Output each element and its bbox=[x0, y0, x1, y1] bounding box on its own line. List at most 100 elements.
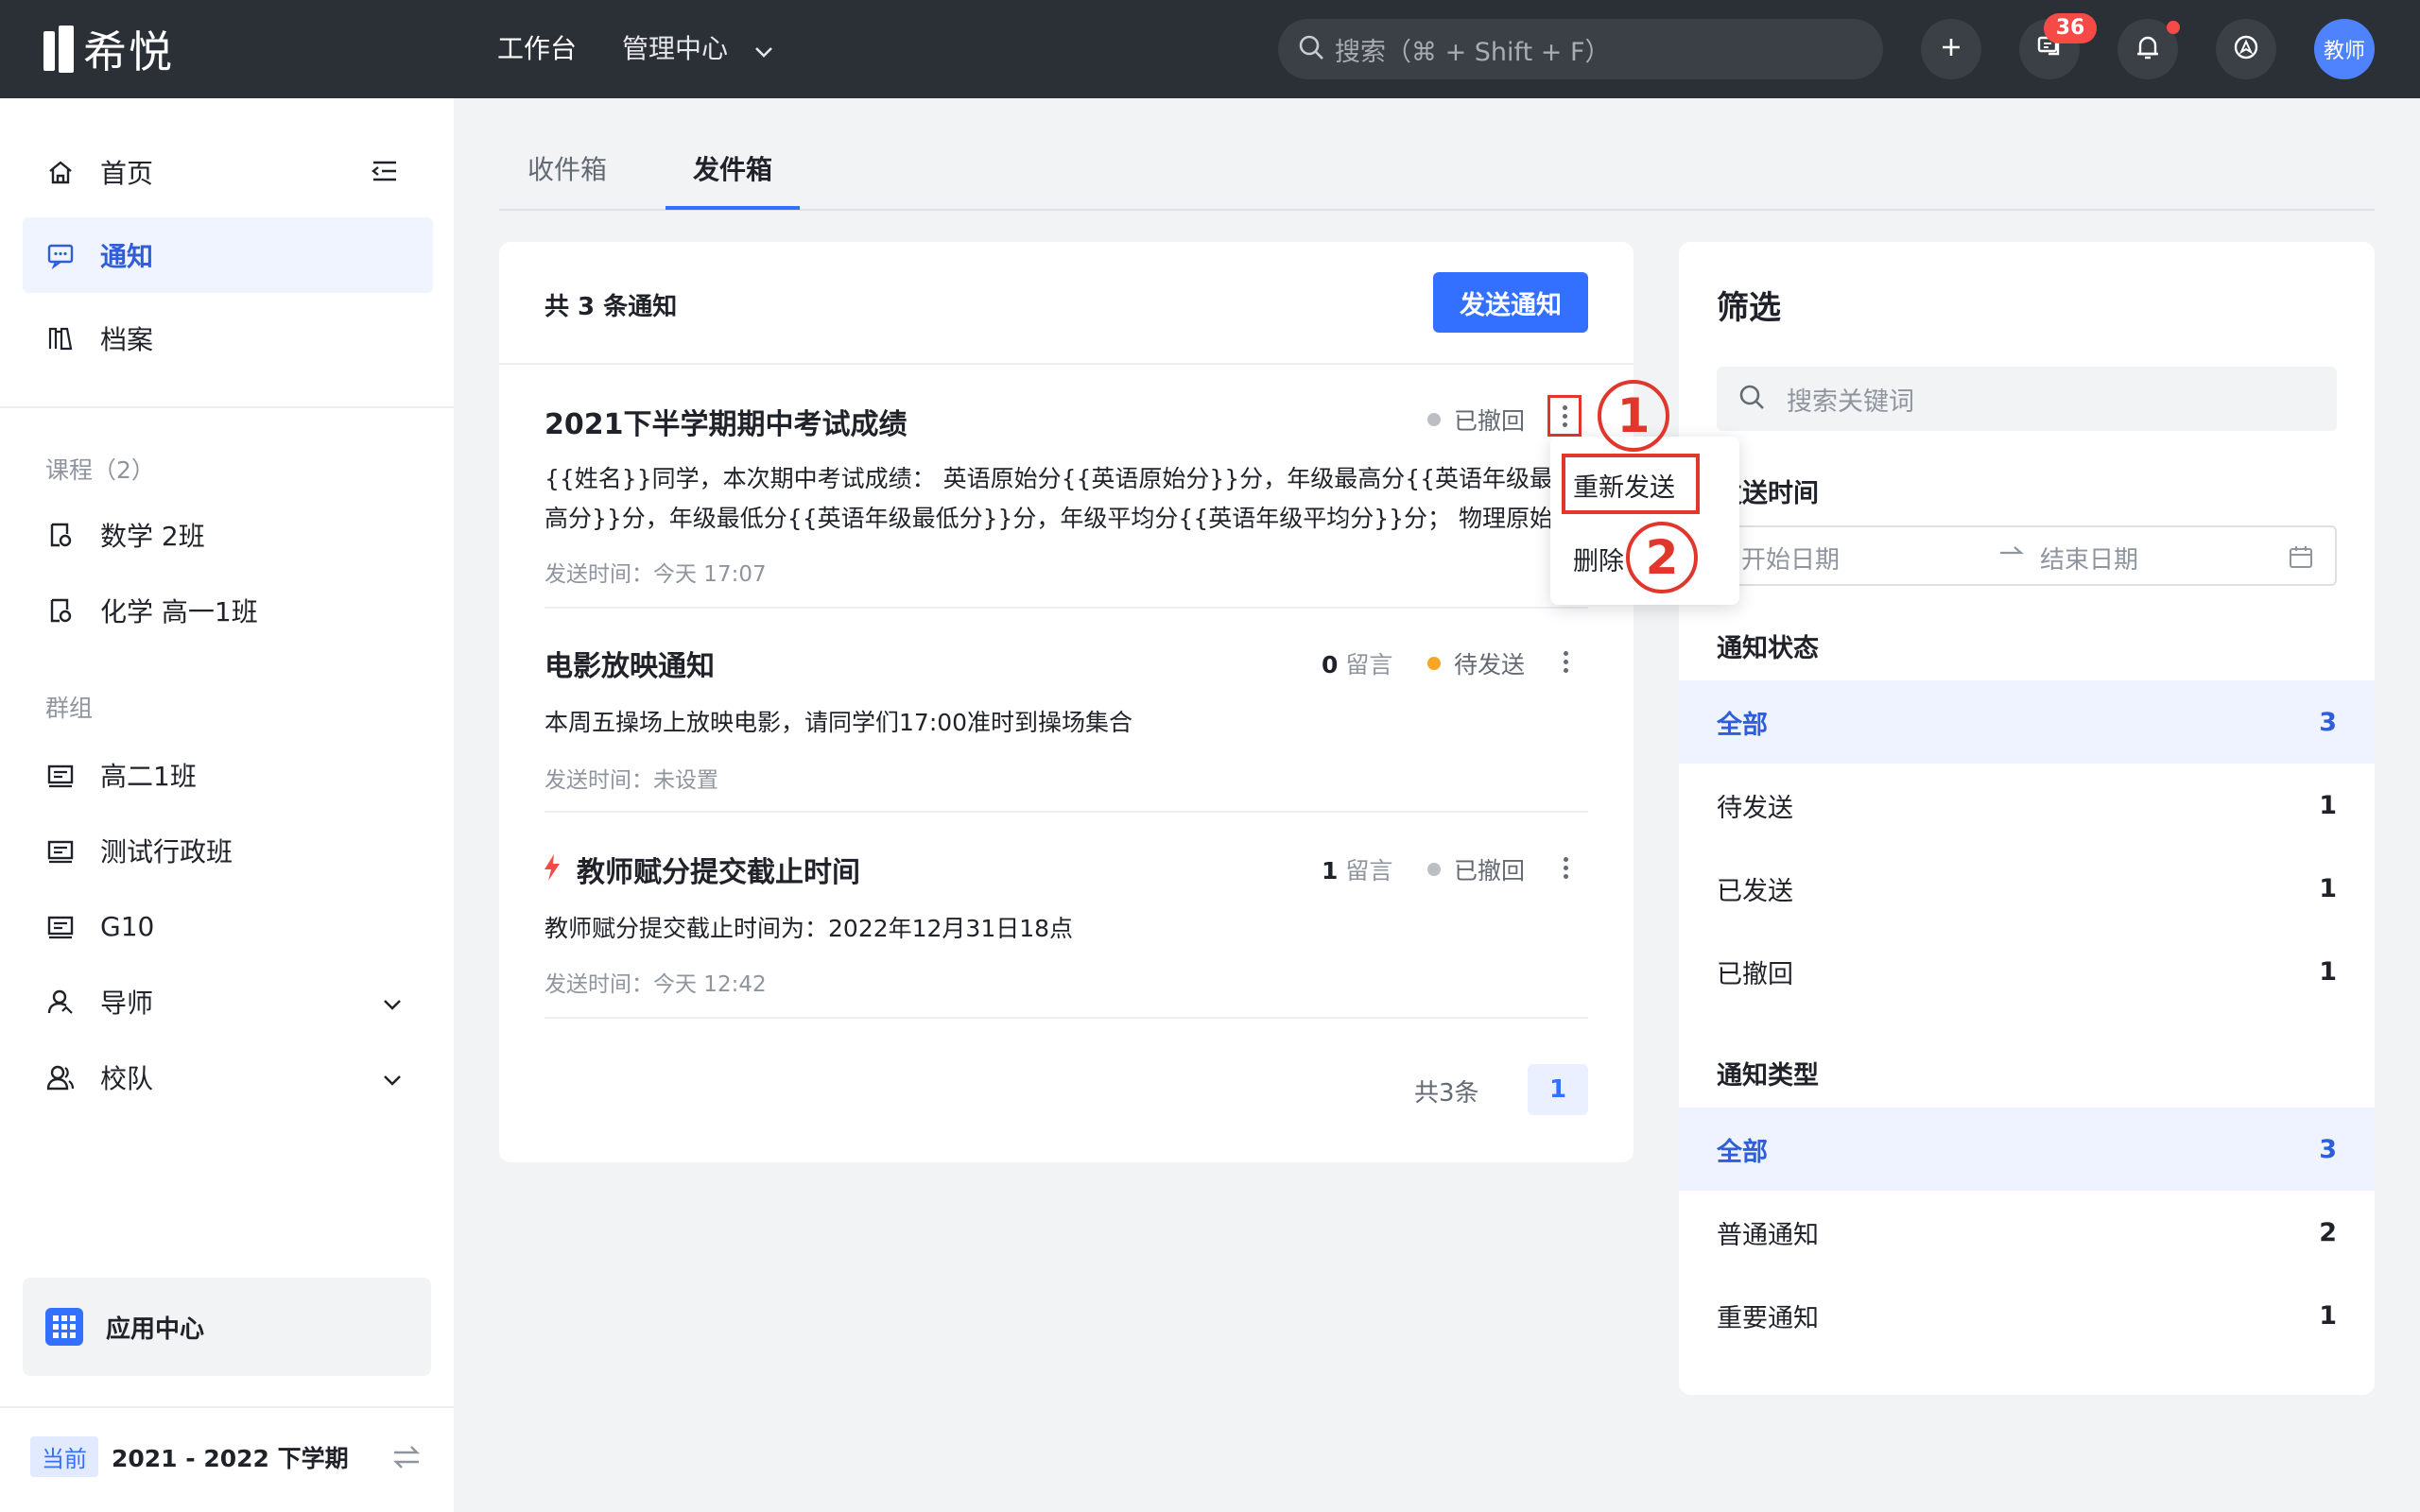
nav-management-label: 管理中心 bbox=[622, 33, 729, 64]
row-divider bbox=[544, 811, 1588, 813]
chevron-down-icon bbox=[753, 29, 774, 71]
bell-icon bbox=[2135, 33, 2161, 65]
add-button[interactable] bbox=[1921, 19, 1981, 79]
plus-icon bbox=[1940, 36, 1962, 62]
date-range-picker[interactable]: 开始日期 结束日期 bbox=[1717, 525, 2337, 586]
nav-management[interactable]: 管理中心 bbox=[622, 28, 774, 70]
status-badge: 已撤回 bbox=[1427, 852, 1525, 886]
switch-term-icon[interactable] bbox=[391, 1444, 422, 1474]
sidebar-item-notice[interactable]: 通知 bbox=[23, 217, 433, 293]
menu-item-delete[interactable]: 删除 bbox=[1573, 541, 1624, 577]
annotation-step-2: 2 bbox=[1626, 522, 1698, 593]
more-actions-button[interactable] bbox=[1548, 641, 1582, 682]
option-count: 2 bbox=[2319, 1217, 2337, 1247]
option-count: 3 bbox=[2319, 707, 2337, 737]
archive-icon bbox=[45, 323, 76, 353]
group-icon bbox=[45, 911, 76, 941]
send-notice-button[interactable]: 发送通知 bbox=[1433, 272, 1588, 333]
notification-dot bbox=[2167, 21, 2180, 34]
course-icon bbox=[45, 595, 76, 626]
status-dot bbox=[1427, 657, 1441, 670]
sidebar-item-group-1[interactable]: 高二1班 bbox=[23, 737, 433, 813]
team-icon bbox=[45, 1062, 76, 1092]
option-label: 已发送 bbox=[1717, 876, 1793, 906]
compass-icon bbox=[2232, 33, 2260, 65]
comment-count: 1 留言 bbox=[1322, 852, 1392, 886]
logo-mark-icon bbox=[43, 26, 76, 73]
sidebar-item-label: G10 bbox=[100, 910, 155, 942]
search-icon bbox=[1737, 383, 1766, 415]
global-search-input[interactable]: 搜索（⌘ + Shift + F） bbox=[1278, 19, 1883, 79]
chevron-down-icon bbox=[382, 1062, 403, 1093]
sidebar-item-group-3[interactable]: G10 bbox=[23, 888, 433, 964]
notice-body: 本周五操场上放映电影，请同学们17:00准时到操场集合 bbox=[544, 709, 1133, 736]
active-tab-indicator bbox=[666, 206, 800, 210]
groups-heading: 群组 bbox=[45, 695, 94, 722]
end-date-field[interactable]: 结束日期 bbox=[2040, 541, 2138, 576]
comment-number: 1 bbox=[1322, 857, 1339, 885]
keyword-search-input[interactable]: 搜索关键词 bbox=[1717, 367, 2337, 431]
status-option-all[interactable]: 全部 3 bbox=[1679, 680, 2375, 764]
option-label: 普通通知 bbox=[1717, 1220, 1819, 1250]
option-count: 1 bbox=[2319, 790, 2337, 820]
calendar-icon bbox=[2288, 544, 2314, 575]
more-actions-button[interactable] bbox=[1548, 847, 1582, 888]
option-label: 重要通知 bbox=[1717, 1303, 1819, 1333]
more-actions-button[interactable] bbox=[1547, 395, 1582, 437]
avatar[interactable]: 教师 bbox=[2314, 19, 2375, 79]
status-option-withdrawn[interactable]: 已撤回 1 bbox=[1679, 930, 2375, 1013]
start-date-field[interactable]: 开始日期 bbox=[1741, 541, 1840, 576]
status-option-sent[interactable]: 已发送 1 bbox=[1679, 847, 2375, 930]
course-icon bbox=[45, 520, 76, 550]
sidebar-item-label: 校队 bbox=[100, 1063, 154, 1094]
option-count: 1 bbox=[2319, 873, 2337, 903]
notice-title[interactable]: 电影放映通知 bbox=[544, 643, 715, 684]
sidebar-divider bbox=[0, 406, 454, 408]
collapse-sidebar-icon[interactable] bbox=[371, 159, 399, 187]
arrow-right-icon bbox=[1998, 539, 2025, 567]
sidebar-item-archive[interactable]: 档案 bbox=[23, 301, 433, 376]
option-label: 全部 bbox=[1717, 1137, 1768, 1167]
sidebar-item-course-math[interactable]: 数学 2班 bbox=[23, 497, 433, 573]
notice-title[interactable]: 2021下半学期期中考试成绩 bbox=[544, 401, 908, 442]
nav-workbench[interactable]: 工作台 bbox=[497, 28, 577, 70]
row-divider bbox=[544, 607, 1588, 609]
notice-title[interactable]: 教师赋分提交截止时间 bbox=[577, 849, 860, 890]
courses-heading: 课程（2） bbox=[45, 456, 155, 484]
sidebar-item-team[interactable]: 校队 bbox=[23, 1040, 433, 1115]
type-option-normal[interactable]: 普通通知 2 bbox=[1679, 1191, 2375, 1274]
keyword-search-placeholder: 搜索关键词 bbox=[1787, 387, 1914, 417]
status-label: 已撤回 bbox=[1454, 857, 1526, 885]
notice-body: {{姓名}}同学，本次期中考试成绩： 英语原始分{{英语原始分}}分，年级最高分… bbox=[544, 465, 1554, 532]
sidebar: 首页 通知 档案 课程（2） 数学 2班 化学 高一1班 群组 高二1班 测试行… bbox=[0, 98, 454, 1512]
app-logo[interactable]: 希悦 bbox=[43, 25, 174, 77]
sidebar-item-mentor[interactable]: 导师 bbox=[23, 964, 433, 1040]
app-center-button[interactable]: 应用中心 bbox=[23, 1278, 431, 1376]
search-icon bbox=[1297, 33, 1325, 65]
app-switch-button[interactable] bbox=[2216, 19, 2276, 79]
tab-outbox[interactable]: 发件箱 bbox=[693, 149, 772, 187]
option-label: 全部 bbox=[1717, 710, 1768, 740]
pagination-total: 共3条 bbox=[1414, 1079, 1479, 1108]
sidebar-item-label: 档案 bbox=[100, 324, 154, 355]
type-option-important[interactable]: 重要通知 1 bbox=[1679, 1274, 2375, 1357]
sidebar-item-label: 数学 2班 bbox=[100, 521, 205, 552]
annotation-step-1: 1 bbox=[1598, 380, 1669, 452]
card-divider bbox=[499, 363, 1634, 365]
pagination-page-button[interactable]: 1 bbox=[1528, 1064, 1588, 1115]
sidebar-item-label: 导师 bbox=[100, 988, 154, 1019]
sidebar-divider bbox=[0, 1406, 454, 1408]
sidebar-item-group-2[interactable]: 测试行政班 bbox=[23, 813, 433, 888]
status-label: 已撤回 bbox=[1454, 407, 1526, 435]
sidebar-item-label: 测试行政班 bbox=[100, 836, 233, 868]
type-filter-label: 通知类型 bbox=[1717, 1061, 1819, 1091]
row-divider bbox=[544, 1017, 1588, 1019]
sidebar-item-course-chemistry[interactable]: 化学 高一1班 bbox=[23, 573, 433, 648]
message-count-badge: 36 bbox=[2044, 13, 2097, 43]
notice-body: 教师赋分提交截止时间为：2022年12月31日18点 bbox=[544, 915, 1074, 942]
sidebar-item-label: 首页 bbox=[100, 158, 154, 189]
status-option-pending[interactable]: 待发送 1 bbox=[1679, 764, 2375, 847]
term-label: 2021 - 2022 下学期 bbox=[112, 1444, 349, 1472]
tab-inbox[interactable]: 收件箱 bbox=[527, 149, 607, 187]
type-option-all[interactable]: 全部 3 bbox=[1679, 1108, 2375, 1191]
